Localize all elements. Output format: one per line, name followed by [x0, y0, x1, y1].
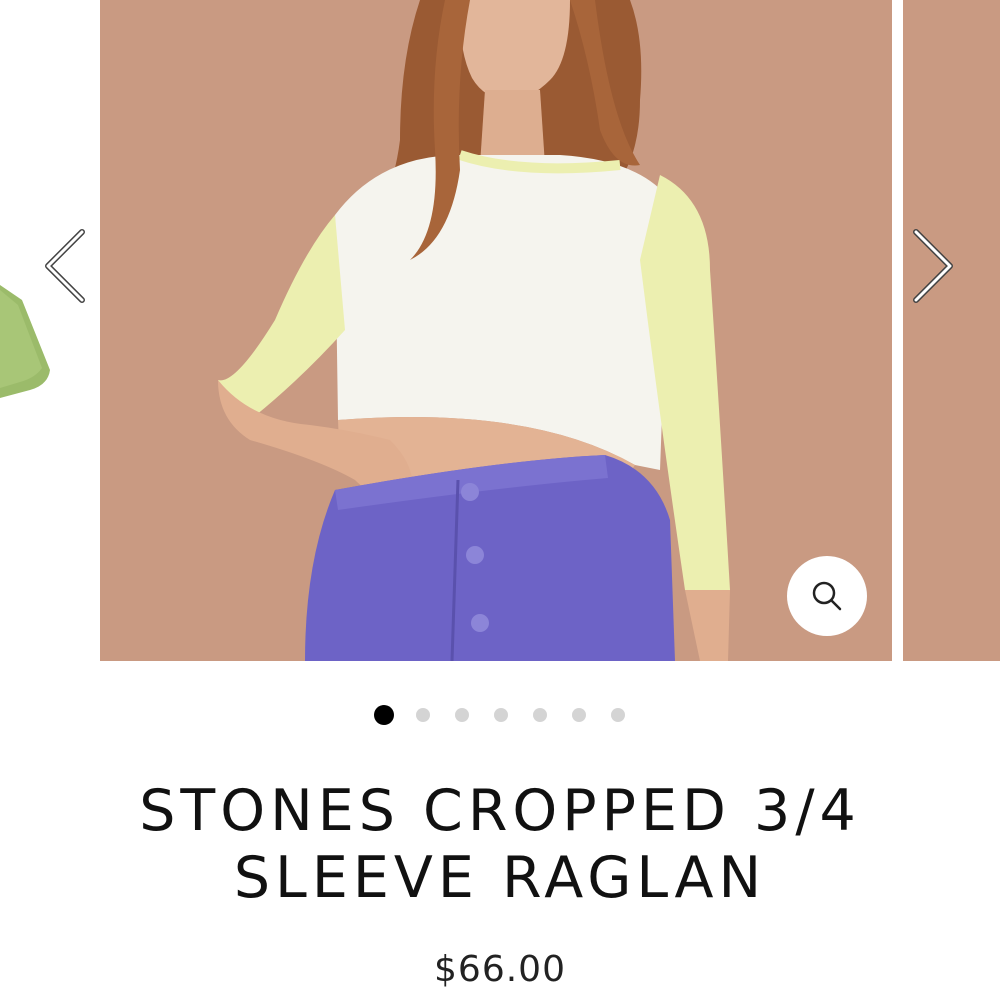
skirt-thumbnail-image: [0, 0, 88, 661]
carousel-prev-button[interactable]: [40, 228, 90, 308]
carousel-slide-next[interactable]: [903, 0, 1000, 661]
carousel-pagination: [374, 705, 650, 725]
model-photo-next-image: [903, 0, 1000, 661]
carousel-slide-main[interactable]: [100, 0, 892, 661]
carousel-dot-5[interactable]: [533, 708, 547, 722]
carousel-dot-3[interactable]: [455, 708, 469, 722]
carousel-dot-2[interactable]: [416, 708, 430, 722]
chevron-right-icon: [913, 229, 953, 303]
carousel-dot-1[interactable]: [374, 705, 394, 725]
product-page: STONES CROPPED 3/4 SLEEVE RAGLAN $66.00: [0, 0, 1000, 1000]
product-title-line2: SLEEVE RAGLAN: [233, 845, 767, 911]
carousel-next-button[interactable]: [908, 228, 958, 308]
model-photo-image: [100, 0, 892, 661]
product-title: STONES CROPPED 3/4 SLEEVE RAGLAN: [60, 778, 940, 912]
search-icon: [812, 581, 842, 611]
carousel-slide-prev[interactable]: [0, 0, 88, 661]
product-title-line1: STONES CROPPED 3/4: [139, 778, 861, 844]
product-price: $66.00: [434, 949, 566, 990]
carousel-dot-7[interactable]: [611, 708, 625, 722]
image-carousel[interactable]: [0, 0, 1000, 661]
chevron-left-icon: [45, 229, 85, 303]
zoom-button[interactable]: [787, 556, 867, 636]
carousel-dot-4[interactable]: [494, 708, 508, 722]
carousel-dot-6[interactable]: [572, 708, 586, 722]
